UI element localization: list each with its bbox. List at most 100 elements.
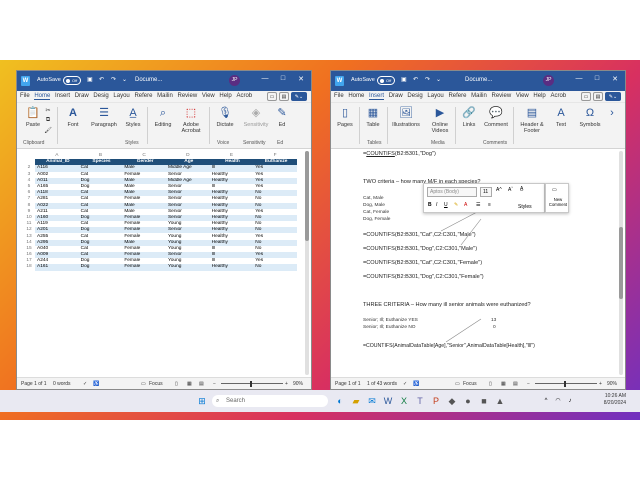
tab-home[interactable]: Home: [348, 91, 364, 99]
cut-icon[interactable]: ✂: [43, 107, 53, 114]
paste-button[interactable]: 📋 Paste: [21, 106, 45, 128]
powerpoint-icon[interactable]: P: [430, 395, 442, 407]
zoom-slider[interactable]: [221, 383, 283, 384]
font-size-box[interactable]: 11: [480, 187, 492, 197]
web-layout-icon[interactable]: ▤: [513, 381, 518, 387]
styles-icon[interactable]: A̲: [520, 186, 523, 192]
zoom-slider-thumb[interactable]: [564, 381, 566, 387]
close-icon[interactable]: ✕: [295, 75, 307, 83]
tab-draw[interactable]: Draw: [389, 91, 403, 99]
proofing-icon[interactable]: ✓: [403, 381, 407, 387]
app-icon[interactable]: ■: [478, 395, 490, 407]
autosave-toggle[interactable]: Off: [377, 76, 395, 85]
tab-mailings[interactable]: Mailin: [157, 91, 173, 99]
format-painter-icon[interactable]: 🖌: [43, 127, 53, 134]
online-videos-button[interactable]: ▶ Online Videos: [427, 106, 453, 134]
comments-icon[interactable]: ▭: [581, 92, 591, 101]
tab-design[interactable]: Desig: [407, 91, 422, 99]
tab-review[interactable]: Review: [491, 91, 511, 99]
app-icon[interactable]: ●: [462, 395, 474, 407]
table-cell[interactable]: Dog: [78, 264, 123, 271]
font-button[interactable]: A Font: [61, 106, 85, 128]
close-icon[interactable]: ✕: [609, 75, 621, 83]
tab-acrobat[interactable]: Acrob: [236, 91, 252, 99]
start-icon[interactable]: ⊞: [196, 395, 208, 407]
table-cell[interactable]: No: [253, 264, 297, 271]
text-button[interactable]: A Text: [551, 106, 571, 128]
underline-icon[interactable]: U: [444, 202, 448, 208]
excel-taskbar-icon[interactable]: X: [398, 395, 410, 407]
avatar[interactable]: JP: [229, 75, 240, 86]
zoom-slider[interactable]: [535, 383, 597, 384]
shrink-font-icon[interactable]: Aˇ: [508, 187, 513, 193]
taskbar-search[interactable]: ⌕ Search: [212, 395, 328, 407]
web-layout-icon[interactable]: ▤: [199, 381, 204, 387]
print-layout-icon[interactable]: ▦: [187, 381, 192, 387]
editor-button[interactable]: ✎ Ed: [275, 106, 289, 128]
bold-icon[interactable]: B: [428, 202, 432, 208]
editing-mode-button[interactable]: ✎⌄: [291, 92, 307, 101]
tab-insert[interactable]: Insert: [55, 91, 70, 99]
accessibility-icon[interactable]: ♿: [413, 381, 419, 387]
tray-chevron-icon[interactable]: ^: [540, 395, 552, 407]
comment-button[interactable]: 💬 Comment: [481, 106, 511, 128]
read-mode-icon[interactable]: ▯: [489, 381, 492, 387]
undo-icon[interactable]: ↶: [99, 76, 104, 83]
tab-help[interactable]: Help: [533, 91, 545, 99]
tab-help[interactable]: Help: [219, 91, 231, 99]
zoom-level[interactable]: 90%: [293, 381, 303, 387]
copy-icon[interactable]: ⧉: [43, 117, 53, 124]
maximize-icon[interactable]: □: [591, 75, 603, 82]
document-canvas[interactable]: A B C D E F 1 Animal_ID Species Gender Age Health Eu…: [17, 149, 311, 377]
zoom-slider-thumb[interactable]: [250, 381, 252, 387]
present-icon[interactable]: ▤: [593, 92, 603, 101]
tab-file[interactable]: File: [334, 91, 344, 99]
tab-mailings[interactable]: Mailin: [471, 91, 487, 99]
redo-icon[interactable]: ↷: [111, 76, 116, 83]
file-explorer-icon[interactable]: ▰: [350, 395, 362, 407]
vertical-scrollbar[interactable]: [619, 151, 623, 375]
save-icon[interactable]: ▣: [401, 76, 407, 83]
bullets-icon[interactable]: ☰: [476, 202, 480, 208]
save-icon[interactable]: ▣: [87, 76, 93, 83]
table-cell[interactable]: Healthy: [209, 264, 254, 271]
tab-draw[interactable]: Draw: [75, 91, 89, 99]
tab-layout[interactable]: Layou: [113, 91, 129, 99]
tab-layout[interactable]: Layou: [427, 91, 443, 99]
mail-icon[interactable]: ✉: [366, 395, 378, 407]
table-button[interactable]: ▦ Table: [361, 106, 385, 128]
print-layout-icon[interactable]: ▦: [501, 381, 506, 387]
symbols-button[interactable]: Ω Symbols: [577, 106, 603, 128]
zoom-out-icon[interactable]: −: [527, 381, 530, 387]
wifi-icon[interactable]: ◠: [552, 395, 564, 407]
maximize-icon[interactable]: □: [277, 75, 289, 82]
editing-button[interactable]: ⌕ Editing: [151, 106, 175, 128]
proofing-icon[interactable]: ✓: [83, 381, 87, 387]
links-button[interactable]: 🔗 Links: [457, 106, 481, 128]
zoom-level[interactable]: 90%: [607, 381, 617, 387]
page-count[interactable]: Page 1 of 1: [21, 381, 47, 387]
comments-icon[interactable]: ▭: [267, 92, 277, 101]
editing-mode-button[interactable]: ✎⌄: [605, 92, 621, 101]
redo-icon[interactable]: ↷: [425, 76, 430, 83]
highlight-icon[interactable]: ✎: [454, 202, 458, 208]
new-comment-button[interactable]: ▭ New Comment: [545, 183, 569, 213]
adobe-acrobat-button[interactable]: ⬚ Adobe Acrobat: [177, 106, 205, 134]
undo-icon[interactable]: ↶: [413, 76, 418, 83]
customize-qat-icon[interactable]: ⌄: [436, 76, 441, 83]
tab-review[interactable]: Review: [177, 91, 197, 99]
tab-view[interactable]: View: [202, 91, 215, 99]
app-icon[interactable]: ◆: [446, 395, 458, 407]
edge-icon[interactable]: ◐: [334, 395, 346, 407]
font-color-icon[interactable]: A: [464, 202, 467, 208]
header-footer-button[interactable]: ▤ Header & Footer: [517, 106, 547, 134]
zoom-in-icon[interactable]: +: [285, 381, 288, 387]
tab-references[interactable]: Refere: [134, 91, 152, 99]
tab-home[interactable]: Home: [34, 91, 51, 100]
vertical-scrollbar[interactable]: [305, 151, 309, 375]
illustrations-button[interactable]: 🖼 Illustrations: [389, 106, 423, 128]
tab-references[interactable]: Refere: [448, 91, 466, 99]
document-title[interactable]: Docume...: [465, 77, 492, 83]
customize-qat-icon[interactable]: ⌄: [122, 76, 127, 83]
avatar[interactable]: JP: [543, 75, 554, 86]
